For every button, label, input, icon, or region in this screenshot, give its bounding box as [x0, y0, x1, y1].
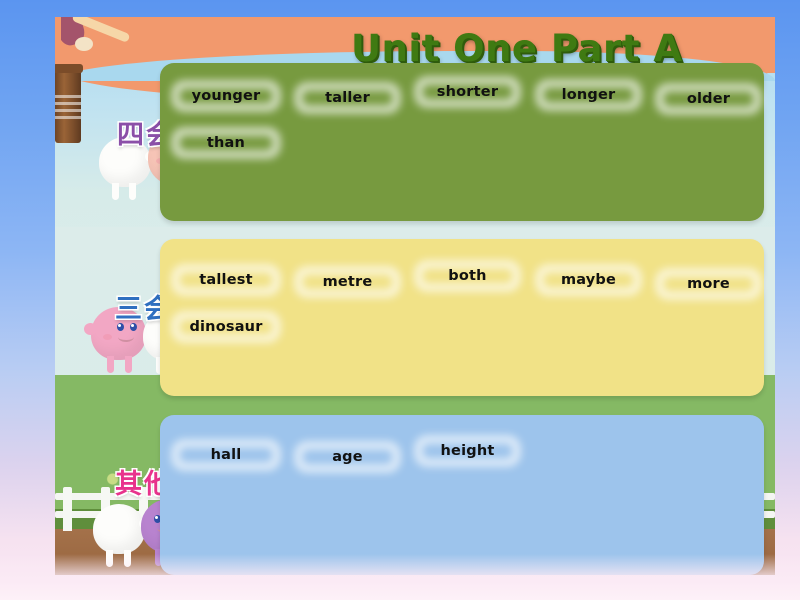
word-chip-metre[interactable]: metre [295, 267, 400, 297]
word-chip-younger[interactable]: younger [172, 81, 280, 111]
word-chip-than[interactable]: than [172, 128, 280, 158]
wooden-post-icon [55, 64, 83, 143]
word-chip-both[interactable]: both [415, 261, 520, 291]
word-chip-tallest[interactable]: tallest [172, 265, 280, 295]
word-chip-dinosaur[interactable]: dinosaur [172, 312, 280, 342]
word-chip-height[interactable]: height [415, 436, 520, 466]
slide-content-plate: 四会 三会 其他 Unit One Part A younger taller … [55, 17, 775, 575]
white-creature-bottom [93, 504, 151, 567]
word-chip-maybe[interactable]: maybe [536, 265, 641, 295]
word-chip-age[interactable]: age [295, 442, 400, 472]
word-chip-taller[interactable]: taller [295, 83, 400, 113]
slide-canvas: 四会 三会 其他 Unit One Part A younger taller … [0, 0, 800, 600]
word-chip-more[interactable]: more [656, 269, 761, 299]
ribbon-decoration [61, 17, 131, 61]
word-chip-hall[interactable]: hall [172, 440, 280, 470]
word-chip-older[interactable]: older [656, 84, 761, 114]
word-chip-shorter[interactable]: shorter [415, 77, 520, 107]
word-chip-longer[interactable]: longer [536, 80, 641, 110]
